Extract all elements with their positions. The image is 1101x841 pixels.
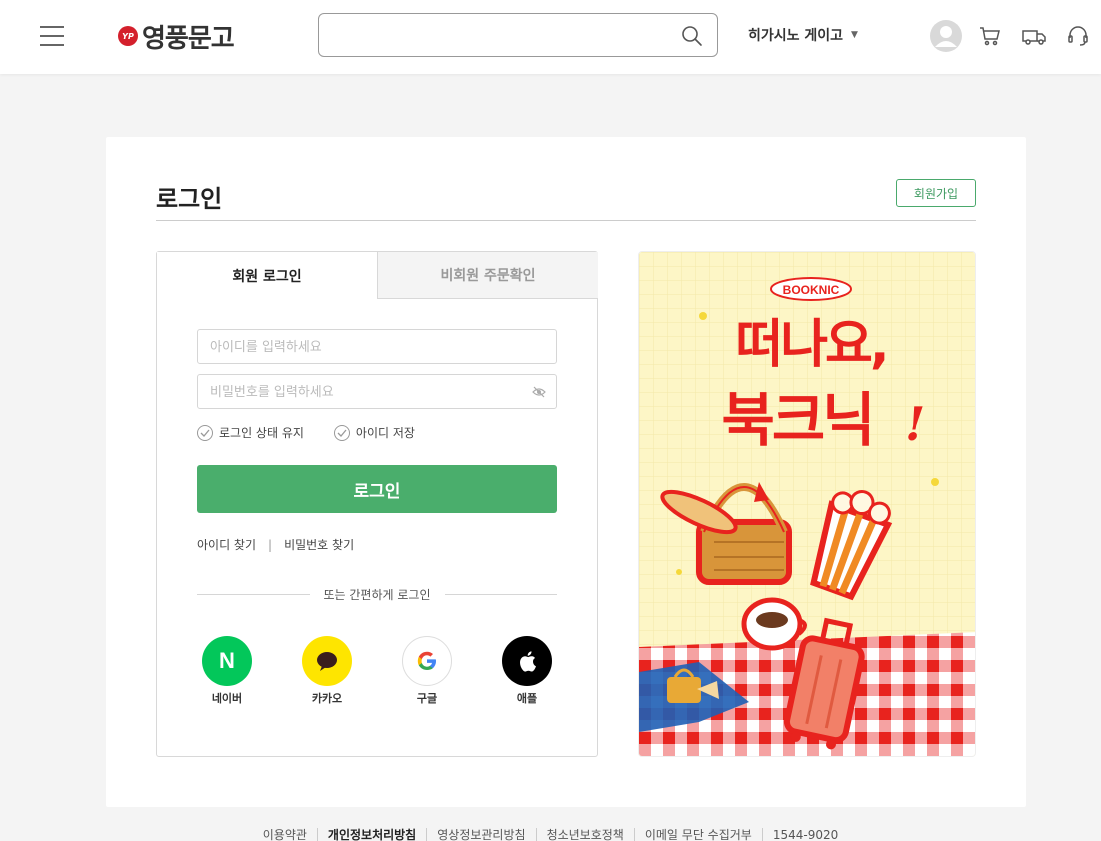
footer-link-privacy[interactable]: 개인정보처리방침 bbox=[318, 828, 428, 841]
check-icon bbox=[197, 424, 213, 441]
tab-guest-order[interactable]: 비회원 주문확인 bbox=[377, 252, 598, 299]
banner-exclaim: ! bbox=[905, 397, 925, 451]
caret-down-icon: ▼ bbox=[851, 30, 858, 40]
booknic-banner[interactable]: BOOKNIC 떠나요, 북크닉 ! bbox=[638, 251, 976, 757]
password-field bbox=[197, 374, 557, 409]
store-label: 히가시노 게이고 bbox=[748, 28, 844, 44]
footer-phone: 1544-9020 bbox=[772, 828, 839, 841]
kakao-login-button[interactable]: 카카오 bbox=[297, 636, 357, 706]
save-id-label: 아이디 저장 bbox=[355, 426, 415, 440]
google-label: 구글 bbox=[416, 692, 438, 705]
title-divider bbox=[156, 220, 976, 221]
find-id-link[interactable]: 아이디 찾기 bbox=[197, 536, 256, 553]
eye-off-icon[interactable] bbox=[532, 385, 546, 399]
keep-login-checkbox[interactable]: 로그인 상태 유지 bbox=[197, 424, 304, 441]
id-input[interactable] bbox=[210, 338, 520, 356]
google-icon bbox=[402, 636, 452, 686]
keep-login-label: 로그인 상태 유지 bbox=[219, 426, 304, 440]
login-box: 회원 로그인 비회원 주문확인 로그인 상태 유지 bbox=[156, 251, 598, 757]
footer-links: 이용약관 개인정보처리방침 영상정보관리방침 청소년보호정책 이메일 무단 수집… bbox=[0, 828, 1101, 841]
user-avatar-icon[interactable] bbox=[928, 18, 964, 54]
login-card: 로그인 회원가입 회원 로그인 비회원 주문확인 로그인 상태 유지 bbox=[106, 137, 1026, 807]
easy-login-divider: 또는 간편하게 로그인 bbox=[197, 586, 557, 603]
search-input[interactable] bbox=[331, 24, 671, 46]
search-box bbox=[318, 13, 718, 57]
customer-service-icon[interactable] bbox=[1060, 18, 1096, 54]
naver-icon: N bbox=[202, 636, 252, 686]
kakao-icon bbox=[302, 636, 352, 686]
apple-label: 애플 bbox=[516, 692, 538, 705]
logo-mark: YP bbox=[118, 26, 138, 46]
naver-login-button[interactable]: N 네이버 bbox=[197, 636, 257, 706]
banner-illustration: BOOKNIC 떠나요, 북크닉 ! bbox=[639, 252, 975, 756]
logo[interactable]: YP 영풍문고 bbox=[118, 18, 235, 54]
banner-badge: BOOKNIC bbox=[783, 283, 840, 297]
footer-link-youth[interactable]: 청소년보호정책 bbox=[537, 828, 635, 841]
apple-icon bbox=[502, 636, 552, 686]
google-login-button[interactable]: 구글 bbox=[397, 636, 457, 706]
save-id-checkbox[interactable]: 아이디 저장 bbox=[333, 424, 415, 441]
delivery-truck-icon[interactable] bbox=[1016, 18, 1052, 54]
find-password-link[interactable]: 비밀번호 찾기 bbox=[284, 536, 354, 553]
footer-link-email[interactable]: 이메일 무단 수집거부 bbox=[635, 828, 763, 841]
find-account-links: 아이디 찾기 | 비밀번호 찾기 bbox=[197, 536, 354, 553]
login-options: 로그인 상태 유지 아이디 저장 bbox=[197, 424, 415, 441]
naver-label: 네이버 bbox=[211, 692, 243, 705]
cart-icon[interactable] bbox=[972, 18, 1008, 54]
password-input[interactable] bbox=[210, 383, 520, 401]
banner-headline-1: 떠나요, bbox=[735, 315, 886, 375]
logo-text: 영풍문고 bbox=[142, 23, 235, 54]
page-title: 로그인 bbox=[156, 185, 223, 213]
link-separator: | bbox=[268, 537, 273, 552]
search-icon[interactable] bbox=[681, 25, 703, 47]
apple-login-button[interactable]: 애플 bbox=[497, 636, 557, 706]
login-submit-button[interactable]: 로그인 bbox=[197, 465, 557, 513]
easy-login-label: 또는 간편하게 로그인 bbox=[323, 588, 431, 602]
kakao-label: 카카오 bbox=[311, 692, 343, 705]
signup-button[interactable]: 회원가입 bbox=[896, 179, 976, 207]
check-icon bbox=[333, 424, 350, 441]
id-field bbox=[197, 329, 557, 364]
banner-headline-2: 북크닉 bbox=[721, 386, 872, 454]
tab-member-login[interactable]: 회원 로그인 bbox=[157, 252, 377, 299]
store-selector[interactable]: 히가시노 게이고 ▼ bbox=[748, 25, 858, 45]
top-header: YP 영풍문고 히가시노 게이고 ▼ bbox=[0, 0, 1101, 74]
footer-link-cctv[interactable]: 영상정보관리방침 bbox=[427, 828, 537, 841]
menu-icon[interactable] bbox=[40, 26, 64, 46]
footer-link-terms[interactable]: 이용약관 bbox=[253, 828, 318, 841]
